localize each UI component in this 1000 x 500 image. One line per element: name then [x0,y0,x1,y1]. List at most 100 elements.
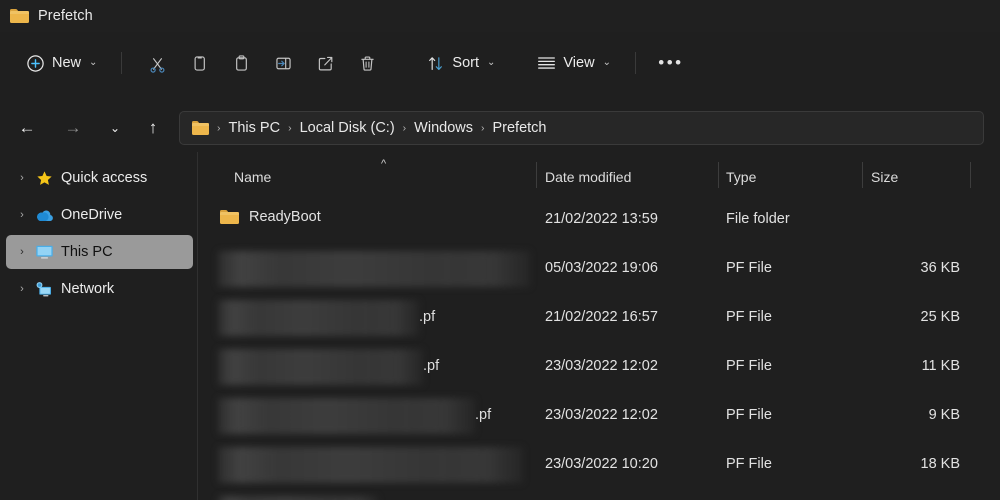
sort-arrows-icon [429,56,443,70]
date-modified-cell: 23/03/2022 10:20 [545,456,658,472]
table-row[interactable]: 05/03/2022 19:06 PF File 36 KB [198,245,1000,294]
paste-button[interactable] [220,46,262,80]
copy-button[interactable] [178,46,220,80]
file-extension-text: .pf [423,358,440,374]
type-cell: File folder [726,211,790,227]
column-divider[interactable] [970,162,971,188]
cut-button[interactable] [136,46,178,80]
forward-button[interactable]: → [56,112,90,144]
table-row[interactable]: .pf 23/03/2022 15:14 PF File 5 KB [198,490,1000,500]
cloud-icon [32,208,56,223]
type-cell: PF File [726,358,772,374]
monitor-icon [32,244,56,260]
sidebar-item-this-pc[interactable]: › This PC [6,235,193,269]
sort-button[interactable]: Sort ⌄ [416,46,505,80]
column-divider[interactable] [536,162,537,188]
column-divider[interactable] [718,162,719,188]
column-divider[interactable] [862,162,863,188]
table-row[interactable]: .pf 23/03/2022 12:02 PF File 11 KB [198,343,1000,392]
hamburger-lines-icon [538,57,556,69]
chevron-down-icon: ⌄ [487,57,496,68]
column-header-row: ^ Name Date modified Type Size [198,152,1000,196]
table-row[interactable]: ReadyBoot 21/02/2022 13:59 File folder [198,196,1000,245]
expand-chevron-icon[interactable]: › [12,172,32,184]
sort-button-label: Sort [452,55,479,71]
sidebar-label: This PC [61,244,113,260]
breadcrumb-local-disk-c[interactable]: Local Disk (C:) [295,118,400,138]
sidebar-label: Network [61,281,115,297]
redacted-file-name [218,349,423,385]
date-modified-cell: 05/03/2022 19:06 [545,260,658,276]
see-more-label: ••• [658,53,684,72]
date-modified-cell: 23/03/2022 12:02 [545,358,658,374]
breadcrumb-separator: › [402,122,407,134]
table-row[interactable]: 23/03/2022 10:20 PF File 18 KB [198,441,1000,490]
type-cell: PF File [726,309,772,325]
file-name-text: ReadyBoot [249,209,321,225]
rename-button[interactable] [262,46,304,80]
expand-chevron-icon[interactable]: › [12,283,32,295]
size-cell: 25 KB [920,309,961,325]
breadcrumb-prefetch[interactable]: Prefetch [487,118,551,138]
file-explorer-window: Prefetch New ⌄ Sort ⌄ View ⌄ ••• ← → ⌄ ↑… [0,0,1000,500]
sidebar-item-quick-access[interactable]: › Quick access [6,161,193,195]
scissors-icon [150,57,165,73]
file-extension-text: .pf [475,407,492,423]
command-toolbar: New ⌄ Sort ⌄ View ⌄ ••• [0,32,1000,94]
type-cell: PF File [726,260,772,276]
redacted-file-name [218,398,475,434]
size-cell: 11 KB [921,358,960,374]
up-button[interactable]: ↑ [136,112,170,144]
new-button[interactable]: New ⌄ [16,46,107,80]
size-cell: 9 KB [928,407,960,423]
recent-locations-button[interactable]: ⌄ [98,112,132,144]
size-cell: 36 KB [920,260,961,276]
date-modified-cell: 21/02/2022 16:57 [545,309,658,325]
network-icon [32,281,56,298]
redacted-file-name [218,496,378,500]
view-button-label: View [563,55,595,71]
redacted-file-name [218,300,419,336]
sidebar-label: OneDrive [61,207,123,223]
chevron-down-icon: ⌄ [89,57,98,68]
table-row[interactable]: .pf 21/02/2022 16:57 PF File 25 KB [198,294,1000,343]
see-more-button[interactable]: ••• [650,46,692,80]
size-cell: 18 KB [920,456,961,472]
column-header-type[interactable]: Type [726,169,756,185]
back-button[interactable]: ← [10,112,44,144]
breadcrumb-separator: › [217,122,221,134]
share-button[interactable] [304,46,346,80]
address-bar[interactable]: › This PC › Local Disk (C:) › Windows › … [179,111,984,145]
file-name-cell: ReadyBoot [220,209,321,225]
date-modified-cell: 23/03/2022 12:02 [545,407,658,423]
sidebar-item-onedrive[interactable]: › OneDrive [6,198,193,232]
copy-icon [194,55,205,71]
type-cell: PF File [726,456,772,472]
expand-chevron-icon[interactable]: › [12,209,32,221]
table-row[interactable]: .pf 23/03/2022 12:02 PF File 9 KB [198,392,1000,441]
breadcrumb-this-pc[interactable]: This PC [224,118,286,138]
window-title: Prefetch [38,8,93,24]
column-header-date-modified[interactable]: Date modified [545,169,631,185]
address-folder-icon [192,121,209,135]
folder-icon [220,209,239,225]
column-header-name[interactable]: Name [234,169,271,185]
star-icon [32,170,56,187]
sort-ascending-caret-icon: ^ [381,158,387,170]
folder-icon [10,8,29,24]
breadcrumb-separator: › [480,122,485,134]
column-header-size[interactable]: Size [871,169,898,185]
expand-chevron-icon[interactable]: › [12,246,32,258]
clipboard-icon [236,54,247,71]
toolbar-divider [121,52,123,74]
file-list-pane: ^ Name Date modified Type Size ReadyBoot… [198,152,1000,500]
sidebar-item-network[interactable]: › Network [6,272,193,306]
redacted-file-name [218,447,523,483]
rename-icon [276,57,291,69]
navigation-bar: ← → ⌄ ↑ › This PC › Local Disk (C:) › Wi… [0,104,1000,152]
file-extension-text: .pf [419,309,436,325]
delete-button[interactable] [346,46,388,80]
view-button[interactable]: View ⌄ [527,46,621,80]
breadcrumb-windows[interactable]: Windows [409,118,478,138]
share-icon [318,56,333,70]
